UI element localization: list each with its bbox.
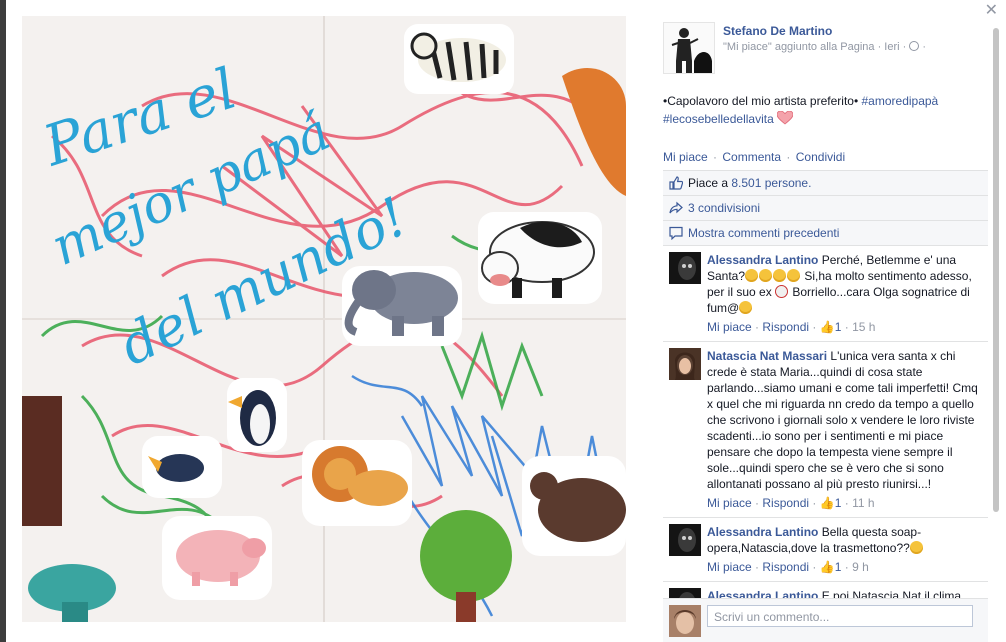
- bird-sticker: [142, 436, 222, 498]
- comment-like-count[interactable]: 1: [835, 320, 842, 334]
- post-message-text: •Capolavoro del mio artista preferito•: [663, 94, 862, 108]
- previous-comments-link[interactable]: Mostra commenti precedenti: [688, 221, 839, 245]
- post-message: •Capolavoro del mio artista preferito• #…: [663, 92, 988, 128]
- heart-icon: [777, 111, 794, 125]
- feedback-panel: Piace a 8.501 persone. 3 condivisioni Mo…: [663, 170, 988, 627]
- share-icon: [669, 201, 683, 214]
- smirk-emoji-icon: [739, 301, 753, 314]
- lion-sticker: [302, 440, 412, 526]
- comment-author-link[interactable]: Alessandra Lantino: [707, 525, 818, 539]
- photo-viewer: Para el mejor papá del mundo! ✕ Stefano …: [6, 0, 1006, 642]
- comment-author-link[interactable]: Alessandra Lantino: [707, 253, 818, 267]
- comment-item: Natascia Nat Massari L'unica vera santa …: [663, 342, 988, 518]
- comment-timestamp[interactable]: 9 h: [852, 560, 869, 574]
- comment-input[interactable]: Scrivi un commento...: [707, 605, 973, 627]
- post-header: Stefano De Martino "Mi piace" aggiunto a…: [663, 18, 988, 78]
- comment-icon: [669, 226, 683, 240]
- pig-sticker: [162, 516, 272, 600]
- share-link[interactable]: Condividi: [796, 150, 845, 164]
- comment-meta: Mi piace · Rispondi · 👍1 · 9 h: [707, 560, 869, 574]
- avatar[interactable]: [669, 524, 701, 556]
- page-avatar[interactable]: [663, 22, 715, 74]
- post-actions: Mi piace · Commenta · Condividi: [663, 150, 988, 164]
- zebra-sticker: [404, 24, 514, 94]
- comment-composer: Scrivi un commento...: [663, 598, 988, 642]
- comment-reply-link[interactable]: Rispondi: [762, 320, 809, 334]
- elephant-sticker: [342, 266, 462, 346]
- smile-emoji-icon: [773, 269, 787, 282]
- comment-text-part: L'unica vera santa x chi crede è stata M…: [707, 349, 978, 491]
- separator: ·: [713, 150, 718, 164]
- post-subtitle: "Mi piace" aggiunto alla Pagina · Ieri ·…: [723, 41, 926, 53]
- shares-link[interactable]: 3 condivisioni: [688, 196, 760, 220]
- post-sidebar: Stefano De Martino "Mi piace" aggiunto a…: [663, 18, 988, 642]
- avatar[interactable]: [669, 605, 701, 637]
- thumbs-up-icon: 👍: [819, 560, 835, 574]
- comment-list: Alessandra Lantino Perché, Betlemme e' u…: [663, 246, 988, 642]
- comment-link[interactable]: Commenta: [722, 150, 781, 164]
- comment-like-link[interactable]: Mi piace: [707, 560, 752, 574]
- likes-prefix: Piace a: [688, 176, 729, 190]
- likes-row: Piace a 8.501 persone.: [663, 171, 988, 196]
- likes-count-link[interactable]: 8.501 persone.: [731, 171, 811, 195]
- comment-reply-link[interactable]: Rispondi: [762, 496, 809, 510]
- shares-row[interactable]: 3 condivisioni: [663, 196, 988, 221]
- like-link[interactable]: Mi piace: [663, 150, 708, 164]
- photo[interactable]: Para el mejor papá del mundo!: [22, 16, 626, 622]
- comment-like-link[interactable]: Mi piace: [707, 496, 752, 510]
- cow-sticker: [478, 212, 602, 304]
- penguin-sticker: [227, 378, 287, 452]
- globe-icon[interactable]: [909, 41, 920, 51]
- comment-timestamp[interactable]: 11 h: [852, 496, 874, 510]
- scrollbar[interactable]: [993, 28, 999, 512]
- brown-sticker: [22, 396, 62, 526]
- comment-text: Alessandra Lantino Perché, Betlemme e' u…: [707, 252, 980, 316]
- comment-meta: Mi piace · Rispondi · 👍1 · 11 h: [707, 496, 875, 510]
- comment-like-count[interactable]: 1: [835, 560, 842, 574]
- avatar[interactable]: [669, 252, 701, 284]
- comment-like-count[interactable]: 1: [835, 496, 842, 510]
- separator: ·: [786, 150, 791, 164]
- page-name-link[interactable]: Stefano De Martino: [723, 24, 832, 38]
- avatar[interactable]: [669, 348, 701, 380]
- thumbs-up-icon: [669, 176, 683, 190]
- hashtag-link[interactable]: #amoredipapà: [862, 94, 939, 108]
- comment-timestamp[interactable]: 15 h: [852, 320, 875, 334]
- smile-emoji-icon: [787, 269, 801, 282]
- comment-item: Alessandra Lantino Bella questa soap-ope…: [663, 518, 988, 582]
- thumbs-up-icon: 👍: [819, 496, 835, 510]
- comment-author-link[interactable]: Natascia Nat Massari: [707, 349, 827, 363]
- comment-text: Natascia Nat Massari L'unica vera santa …: [707, 348, 980, 492]
- post-options-dot[interactable]: ·: [922, 41, 926, 53]
- comment-text: Alessandra Lantino Bella questa soap-ope…: [707, 524, 980, 556]
- thumbs-up-icon: 👍: [819, 320, 835, 334]
- child-drawing-image: Para el mejor papá del mundo!: [22, 16, 626, 622]
- smile-emoji-icon: [745, 269, 759, 282]
- post-subtitle-text: "Mi piace" aggiunto alla Pagina · Ieri ·: [723, 41, 910, 53]
- smile-emoji-icon: [759, 269, 773, 282]
- previous-comments-row[interactable]: Mostra commenti precedenti: [663, 221, 988, 246]
- bear-sticker: [522, 456, 626, 556]
- hashtag-link[interactable]: #lecosebelledellavita: [663, 112, 774, 126]
- bull-emoji-icon: [775, 285, 789, 298]
- comment-reply-link[interactable]: Rispondi: [762, 560, 809, 574]
- comment-meta: Mi piace · Rispondi · 👍1 · 15 h: [707, 320, 876, 334]
- comment-like-link[interactable]: Mi piace: [707, 320, 752, 334]
- confused-emoji-icon: [909, 541, 923, 554]
- comment-item: Alessandra Lantino Perché, Betlemme e' u…: [663, 246, 988, 342]
